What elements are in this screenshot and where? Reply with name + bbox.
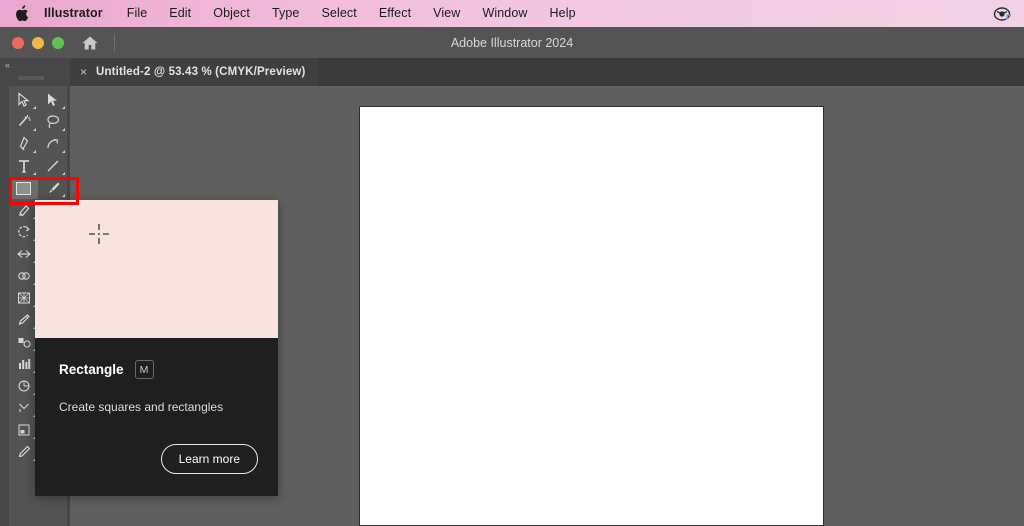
- artboard[interactable]: [359, 106, 824, 526]
- curvature-tool[interactable]: [38, 133, 67, 155]
- anchor-point-tool[interactable]: [9, 419, 38, 441]
- learn-more-button[interactable]: Learn more: [160, 444, 258, 474]
- document-tab-label: Untitled-2 @ 53.43 % (CMYK/Preview): [96, 66, 306, 78]
- column-graph-tool[interactable]: [9, 353, 38, 375]
- menu-item-illustrator[interactable]: Illustrator: [44, 0, 103, 27]
- direct-selection-tool[interactable]: [38, 89, 67, 111]
- menu-item-edit[interactable]: Edit: [169, 0, 191, 27]
- blend-tool[interactable]: [9, 331, 38, 353]
- shortcut-key-badge: M: [134, 360, 154, 379]
- coachmark-preview-image: [35, 200, 278, 338]
- macos-menubar: Illustrator File Edit Object Type Select…: [0, 0, 1024, 27]
- magic-wand-tool[interactable]: [9, 111, 38, 133]
- page-title: Adobe Illustrator 2024: [450, 35, 574, 50]
- minimize-button[interactable]: [32, 36, 44, 49]
- menu-item-help[interactable]: Help: [550, 0, 576, 27]
- apple-logo-icon[interactable]: [14, 5, 29, 23]
- tool-row: [9, 89, 67, 111]
- tool-row: [9, 133, 67, 155]
- shape-builder-tool[interactable]: [9, 265, 38, 287]
- lasso-tool[interactable]: [38, 111, 67, 133]
- close-button[interactable]: [12, 36, 24, 49]
- selection-tool[interactable]: [9, 89, 38, 111]
- paintbrush-tool[interactable]: [38, 177, 67, 199]
- tool-row: [9, 111, 67, 133]
- panel-drag-handle[interactable]: [18, 76, 44, 80]
- screen-sharing-icon[interactable]: [990, 4, 1016, 24]
- coachmark-description: Create squares and rectangles: [59, 400, 224, 414]
- menu-item-object[interactable]: Object: [213, 0, 250, 27]
- pie-graph-tool[interactable]: [9, 397, 38, 419]
- menu-item-file[interactable]: File: [127, 0, 148, 27]
- collapse-panel-icon[interactable]: «: [0, 58, 44, 72]
- rectangle-tool[interactable]: [9, 177, 38, 199]
- slice-tool[interactable]: [9, 375, 38, 397]
- menu-item-effect[interactable]: Effect: [379, 0, 411, 27]
- window-controls: [12, 36, 64, 49]
- perspective-grid-tool[interactable]: [9, 287, 38, 309]
- coachmark-header: Rectangle M: [59, 360, 258, 379]
- home-icon[interactable]: [80, 33, 100, 53]
- line-segment-tool[interactable]: [38, 155, 67, 177]
- coachmark-title: Rectangle: [59, 362, 124, 377]
- illustrator-window: Illustrator File Edit Object Type Select…: [0, 0, 1024, 526]
- window-titlebar: Adobe Illustrator 2024: [0, 27, 1024, 58]
- titlebar-divider: [114, 33, 115, 52]
- menu-item-select[interactable]: Select: [321, 0, 356, 27]
- document-tab-untitled-2[interactable]: × Untitled-2 @ 53.43 % (CMYK/Preview): [70, 58, 320, 86]
- shaper-tool[interactable]: [9, 199, 38, 221]
- menubar-status-area: [990, 0, 1016, 27]
- menu-item-window[interactable]: Window: [482, 0, 527, 27]
- width-tool[interactable]: [9, 243, 38, 265]
- type-tool[interactable]: [9, 155, 38, 177]
- coachmark-body: Rectangle M Create squares and rectangle…: [35, 338, 278, 496]
- pencil-tool[interactable]: [9, 441, 38, 463]
- tool-row: [9, 177, 67, 199]
- maximize-button[interactable]: [52, 36, 64, 49]
- pen-tool[interactable]: [9, 133, 38, 155]
- menu-item-type[interactable]: Type: [272, 0, 300, 27]
- rectangle-icon: [16, 181, 31, 195]
- tool-coachmark-popup: Rectangle M Create squares and rectangle…: [35, 200, 278, 496]
- tool-row: [9, 155, 67, 177]
- gradient-tool[interactable]: [9, 309, 38, 331]
- close-icon[interactable]: ×: [80, 66, 87, 78]
- menu-item-view[interactable]: View: [433, 0, 460, 27]
- rotate-tool[interactable]: [9, 221, 38, 243]
- document-tabbar: × Untitled-2 @ 53.43 % (CMYK/Preview): [0, 58, 1024, 86]
- crosshair-cursor-icon: [87, 222, 111, 246]
